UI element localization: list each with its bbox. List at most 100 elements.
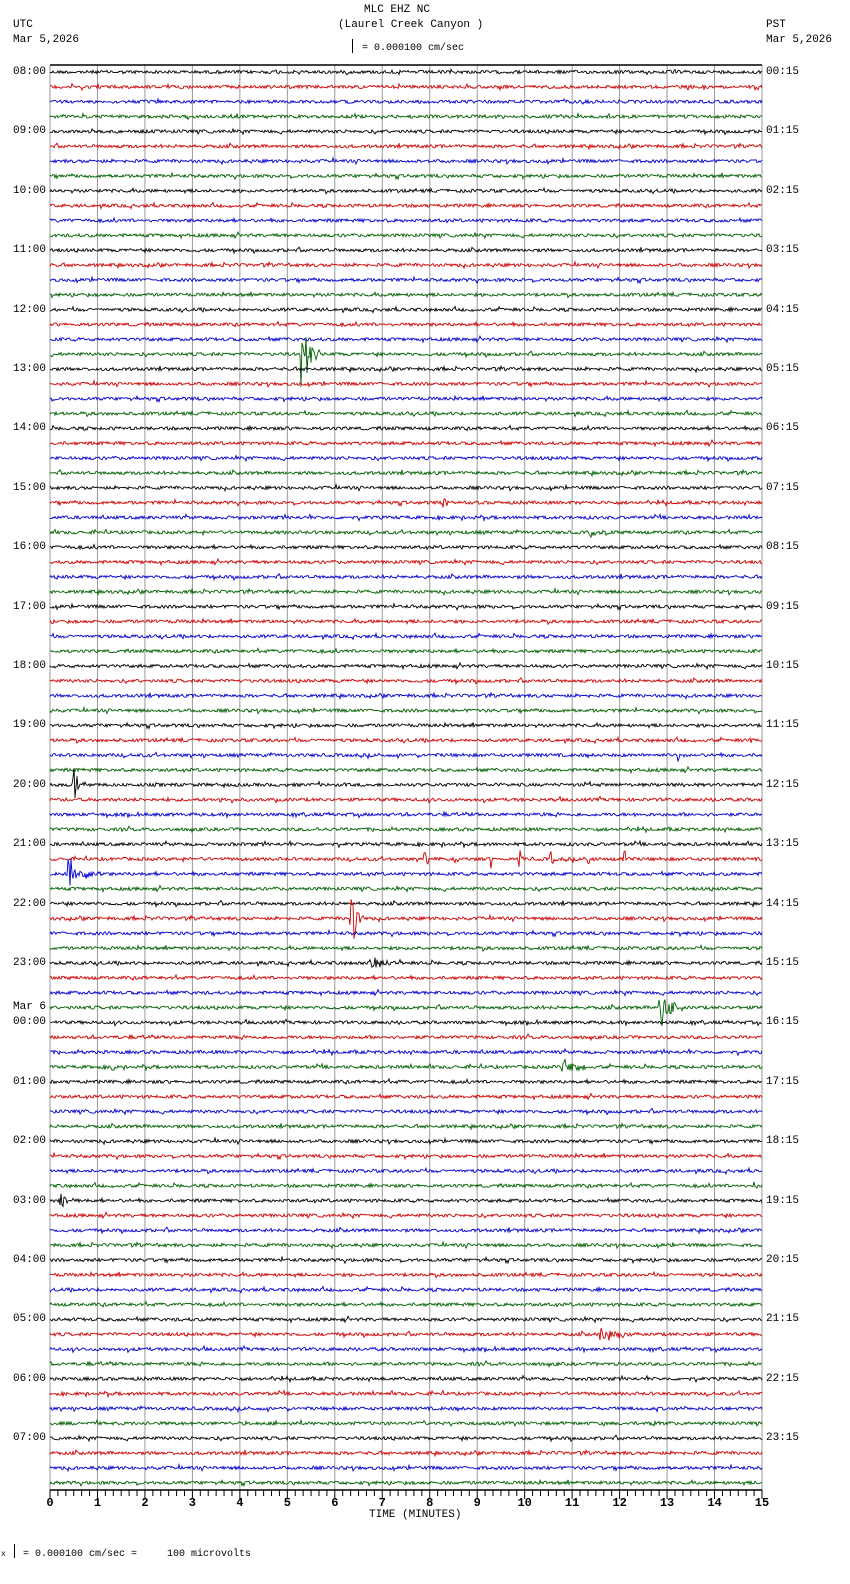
seismic-trace [49, 1344, 763, 1354]
seismic-trace [49, 850, 763, 869]
seismic-trace [49, 1285, 763, 1294]
seismic-trace [49, 1270, 763, 1279]
seismic-trace [49, 899, 763, 909]
seismic-trace [49, 691, 763, 701]
seismic-trace [49, 142, 763, 151]
seismic-trace [49, 858, 763, 886]
seismic-trace [49, 1136, 763, 1146]
seismic-trace [49, 364, 763, 374]
seismic-trace [49, 82, 763, 92]
seismic-trace [49, 1405, 763, 1414]
seismic-trace [49, 647, 763, 655]
seismic-trace [49, 543, 763, 551]
seismic-trace [49, 1047, 763, 1057]
seismic-trace [49, 705, 763, 715]
seismic-trace [49, 290, 763, 299]
seismic-trace [49, 305, 763, 314]
seismic-trace [49, 1462, 763, 1473]
x-tick-label: 4 [236, 1496, 243, 1510]
seismic-trace [49, 378, 763, 389]
seismic-trace [49, 768, 763, 798]
seismic-trace [49, 795, 763, 805]
seismic-trace [49, 275, 763, 285]
seismic-trace [49, 1359, 763, 1369]
seismic-trace [49, 765, 762, 775]
seismic-trace [49, 231, 763, 240]
seismic-trace [49, 1255, 763, 1265]
seismic-trace [49, 216, 763, 224]
seismic-trace [49, 186, 763, 195]
seismic-trace [49, 661, 763, 671]
seismic-trace [49, 127, 763, 136]
seismic-trace [49, 572, 763, 582]
seismic-trace [49, 1478, 763, 1488]
seismic-trace [49, 944, 763, 952]
x-tick-label: 13 [660, 1496, 674, 1510]
seismic-trace [49, 884, 763, 894]
seismic-trace [49, 1058, 763, 1072]
seismic-trace [49, 586, 763, 597]
seismic-trace [49, 1018, 763, 1027]
seismic-trace [49, 631, 763, 641]
seismic-trace [49, 171, 763, 181]
seismic-trace [49, 67, 763, 76]
seismic-trace [49, 1328, 763, 1341]
seismic-trace [49, 528, 763, 539]
seismic-trace [49, 1193, 763, 1208]
x-tick-label: 9 [474, 1496, 481, 1510]
seismic-trace [49, 1448, 763, 1458]
seismic-trace [49, 454, 763, 463]
x-tick-label: 7 [379, 1496, 386, 1510]
x-tick-label: 2 [141, 1496, 148, 1510]
seismic-trace [49, 337, 763, 387]
seismic-trace [49, 617, 763, 626]
seismic-trace [49, 825, 763, 834]
seismic-trace [49, 97, 763, 105]
seismic-trace [49, 1226, 763, 1235]
seismic-trace [49, 973, 763, 982]
seismic-trace [49, 1122, 763, 1131]
seismic-trace [49, 1077, 763, 1086]
seismic-trace [49, 1300, 763, 1308]
seismic-trace [49, 557, 763, 567]
seismic-trace [49, 394, 763, 404]
seismic-trace [49, 482, 763, 493]
seismic-trace [49, 1166, 763, 1176]
seismic-trace [49, 928, 763, 938]
seismic-trace [49, 408, 763, 418]
x-tick-label: 10 [517, 1496, 531, 1510]
x-tick-label: 5 [284, 1496, 291, 1510]
seismic-trace [49, 1240, 763, 1250]
seismic-trace [49, 1107, 763, 1116]
seismic-trace [49, 839, 763, 849]
x-tick-label: 8 [426, 1496, 433, 1510]
x-tick-label: 14 [707, 1496, 721, 1510]
seismic-trace [49, 721, 763, 730]
seismic-trace [49, 201, 763, 210]
seismic-trace [49, 1092, 763, 1101]
seismic-trace [49, 751, 763, 763]
seismic-trace [49, 988, 763, 997]
seismic-trace [49, 1315, 763, 1324]
seismic-trace [49, 498, 763, 508]
seismic-trace [50, 468, 763, 478]
seismic-trace [49, 1418, 763, 1428]
seismic-trace [49, 512, 763, 523]
seismic-trace [49, 1374, 763, 1384]
seismic-trace [49, 957, 763, 968]
seismic-trace [49, 438, 763, 448]
x-tick-label: 1 [94, 1496, 101, 1510]
seismic-trace [49, 1033, 763, 1042]
x-tick-label: 12 [612, 1496, 626, 1510]
x-tick-label: 6 [331, 1496, 338, 1510]
seismic-trace [49, 1389, 763, 1399]
seismic-trace [49, 1211, 763, 1220]
x-tick-label: 15 [755, 1496, 769, 1510]
seismic-trace [49, 676, 763, 686]
seismic-trace [49, 260, 763, 270]
seismic-trace [49, 156, 763, 166]
seismic-trace [49, 424, 763, 432]
seismic-trace [49, 1151, 763, 1161]
helicorder-plot: 0 1 2 3 4 5 6 7 8 9 10 11 12 13 14 15 [46, 64, 769, 1510]
seismic-trace [49, 320, 763, 328]
